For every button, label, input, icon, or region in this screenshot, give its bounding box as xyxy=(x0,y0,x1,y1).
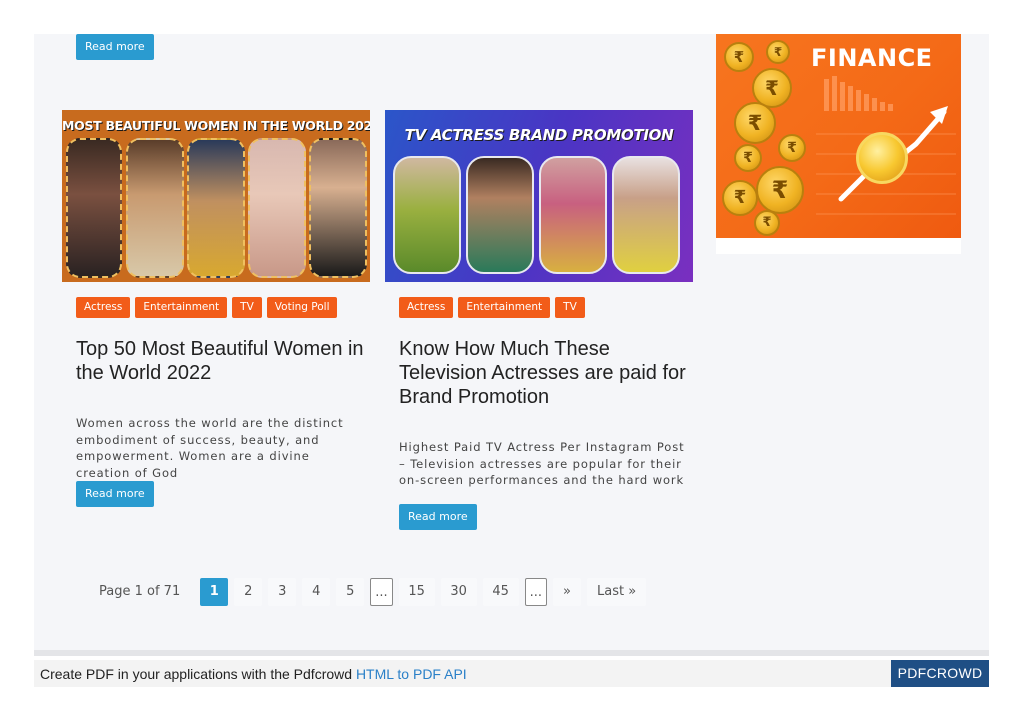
pagination-page-2[interactable]: 2 xyxy=(234,578,263,606)
pagination-page-30[interactable]: 30 xyxy=(440,578,477,606)
thumbnail-caption: TV ACTRESS BRAND PROMOTION xyxy=(404,126,674,144)
read-more-button[interactable]: Read more xyxy=(399,504,477,530)
tag-tv[interactable]: TV xyxy=(232,297,262,318)
tag-entertainment[interactable]: Entertainment xyxy=(458,297,551,318)
rupee-coin-icon: ₹ xyxy=(756,166,804,214)
footer-text: Create PDF in your applications with the… xyxy=(40,666,467,682)
post-excerpt: Highest Paid TV Actress Per Instagram Po… xyxy=(399,440,685,487)
pagination-ellipsis: ... xyxy=(370,578,393,606)
portrait-image xyxy=(393,156,461,274)
pagination-summary: Page 1 of 71 xyxy=(99,584,181,599)
tag-entertainment[interactable]: Entertainment xyxy=(135,297,228,318)
post-title[interactable]: Know How Much These Television Actresses… xyxy=(399,337,689,409)
post-tags: Actress Entertainment TV Voting Poll xyxy=(76,297,338,318)
footer-api-link[interactable]: HTML to PDF API xyxy=(356,666,467,682)
gold-coin-icon xyxy=(856,132,908,184)
pagination-page-15[interactable]: 15 xyxy=(398,578,435,606)
finance-banner-image[interactable]: FINANCE ₹ ₹ ₹ ₹ ₹ ₹ ₹ ₹ ₹ xyxy=(716,34,961,238)
post-thumbnail-beautiful-women[interactable]: MOST BEAUTIFUL WOMEN IN THE WORLD 2022 xyxy=(62,110,370,282)
portrait-image xyxy=(248,138,306,278)
thumbnail-caption: MOST BEAUTIFUL WOMEN IN THE WORLD 2022 xyxy=(62,118,370,133)
rupee-coin-icon: ₹ xyxy=(724,42,754,72)
read-more-button[interactable]: Read more xyxy=(76,481,154,507)
portrait-image xyxy=(309,138,367,278)
post-tags: Actress Entertainment TV xyxy=(399,297,585,318)
rupee-coin-icon: ₹ xyxy=(778,134,806,162)
read-more-button-previous[interactable]: Read more xyxy=(76,34,154,60)
portrait-image xyxy=(126,138,184,278)
pagination-next-button[interactable]: » xyxy=(553,578,582,606)
pdfcrowd-footer: Create PDF in your applications with the… xyxy=(34,660,989,687)
content-bottom-border xyxy=(34,650,989,656)
page: Read more MOST BEAUTIFUL WOMEN IN THE WO… xyxy=(0,0,1023,724)
post-excerpt: Women across the world are the distinct … xyxy=(76,416,344,480)
pagination-page-3[interactable]: 3 xyxy=(268,578,297,606)
pagination-last-button[interactable]: Last » xyxy=(587,578,647,606)
pagination-page-45[interactable]: 45 xyxy=(482,578,519,606)
tag-actress[interactable]: Actress xyxy=(399,297,454,318)
pagination-ellipsis: ... xyxy=(524,578,548,606)
post-thumbnail-tv-actress[interactable]: TV ACTRESS BRAND PROMOTION xyxy=(385,110,693,282)
tag-tv[interactable]: TV xyxy=(555,297,585,318)
sidebar-finance-widget[interactable]: FINANCE ₹ ₹ ₹ ₹ ₹ ₹ ₹ ₹ ₹ xyxy=(716,34,961,254)
pagination-current-page: 1 xyxy=(200,578,229,606)
pdfcrowd-brand-button[interactable]: PDFCROWD xyxy=(891,660,989,687)
portrait-image xyxy=(612,156,680,274)
rupee-coin-icon: ₹ xyxy=(734,144,762,172)
rupee-coin-icon: ₹ xyxy=(722,180,758,216)
tag-voting-poll[interactable]: Voting Poll xyxy=(266,297,338,318)
pagination-page-4[interactable]: 4 xyxy=(302,578,331,606)
footer-message: Create PDF in your applications with the… xyxy=(40,666,356,682)
pagination: Page 1 of 71 1 2 3 4 5 ... 15 30 45 ... … xyxy=(95,577,647,607)
tag-actress[interactable]: Actress xyxy=(76,297,131,318)
rupee-coin-icon: ₹ xyxy=(734,102,776,144)
portrait-image xyxy=(187,138,245,278)
portrait-image xyxy=(66,138,122,278)
portrait-image xyxy=(539,156,607,274)
portrait-image xyxy=(466,156,534,274)
rupee-coin-icon: ₹ xyxy=(754,210,780,236)
pagination-page-5[interactable]: 5 xyxy=(336,578,365,606)
post-title[interactable]: Top 50 Most Beautiful Women in the World… xyxy=(76,337,366,385)
rupee-coin-icon: ₹ xyxy=(766,40,790,64)
